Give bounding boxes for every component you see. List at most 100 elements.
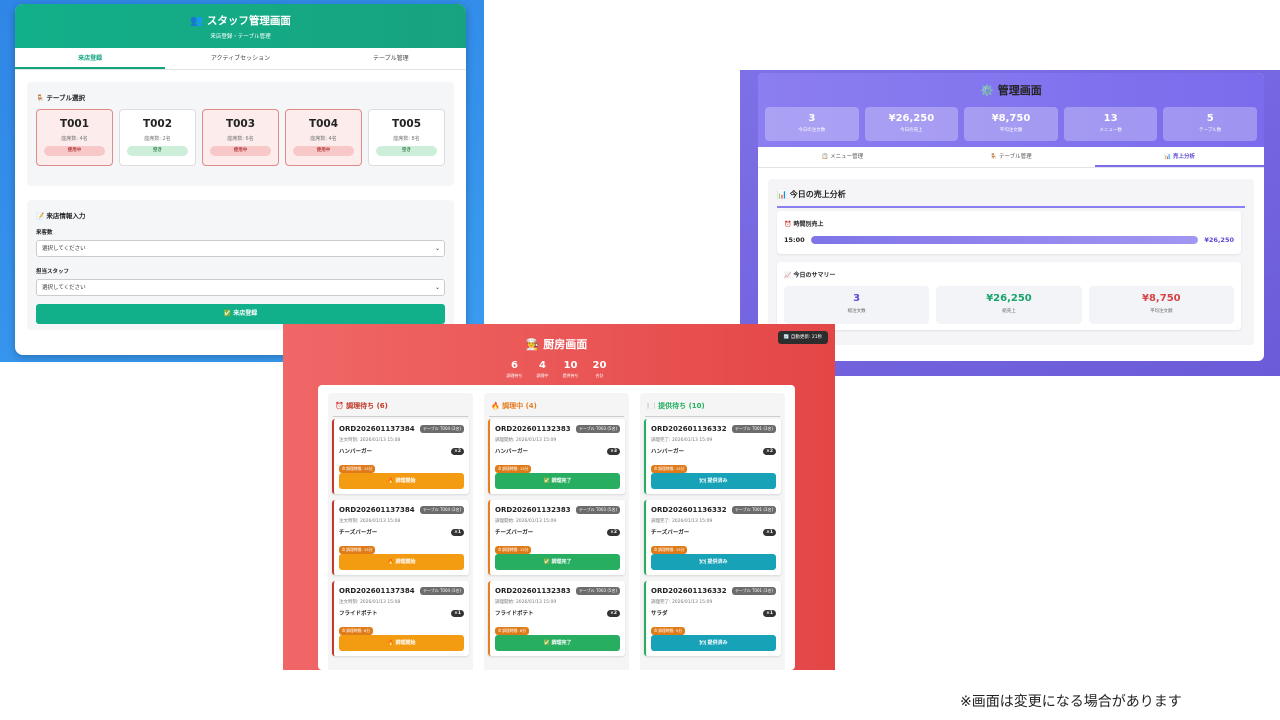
order-id: ORD202601132383: [495, 506, 571, 514]
stat-label: 今日の注文数: [798, 128, 826, 133]
tab-sales-analysis[interactable]: 📊 売上分析: [1095, 147, 1264, 167]
table-badge: テーブル T001 (3名): [731, 506, 776, 514]
table-id: T004: [308, 118, 339, 130]
stat-label: メニュー数: [1099, 128, 1122, 133]
order-time: 注文時刻: 2026/01/13 15:08: [339, 438, 401, 443]
stat-today-orders: 3 今日の注文数: [765, 107, 859, 141]
tab-menu-management[interactable]: 📋 メニュー管理: [758, 147, 927, 167]
tab-table-management[interactable]: テーブル管理: [316, 48, 466, 69]
kitchen-column-0: ⏰ 調理待ち (6) ORD202601137384 テーブル T004 (3名) 注…: [328, 393, 473, 670]
summary-card: 📈 今日のサマリー 3 総注文数 ¥26,250 総売上 ¥8,750 平均注文額: [777, 262, 1241, 330]
table-card-t005[interactable]: T005 座席数: 8名 空き: [368, 109, 445, 166]
chevron-down-icon: ⌄: [434, 245, 440, 252]
table-selection-title: 🪑 テーブル選択: [36, 94, 85, 102]
staff-select-value: 選択してください: [42, 285, 86, 291]
tab-visit-registration[interactable]: 来店登録: [15, 48, 166, 69]
cook-time-badge: ⏱ 調理時間: 5分: [651, 627, 686, 635]
order-qty-badge: ×1: [763, 528, 776, 536]
table-card-t004[interactable]: T004 座席数: 4名使用中: [285, 109, 362, 166]
summary-value: ¥8,750: [1142, 293, 1181, 304]
stat-value: ¥26,250: [888, 113, 935, 124]
order-item: ハンバーガー: [495, 449, 529, 455]
table-badge: テーブル T004 (3名): [419, 587, 464, 595]
summary-label: 総売上: [1002, 309, 1016, 314]
table-seats: 座席数: 4名: [310, 136, 337, 142]
hourly-label: 15:00: [784, 236, 805, 244]
kstat-label: 合計: [595, 373, 604, 378]
table-card-t001[interactable]: T001 座席数: 4名 使用中: [36, 109, 113, 166]
cook-time-badge: ⏱ 調理時間: 15分: [495, 465, 532, 473]
order-item: チーズバーガー: [339, 530, 378, 536]
order-item: ハンバーガー: [339, 449, 373, 455]
order-id: ORD202601136332: [651, 506, 727, 514]
order-id: ORD202601132383: [495, 587, 571, 595]
staff-header: 👥 スタッフ管理画面 来店登録・テーブル管理: [15, 4, 466, 48]
kitchen-column-title: 🍽️ 提供待ち (10): [647, 402, 705, 410]
admin-tabs: 📋 メニュー管理 🪑 テーブル管理 📊 売上分析: [758, 147, 1264, 168]
register-visit-button[interactable]: ✅ 来店登録: [36, 304, 445, 324]
stat-label: 今日の売上: [900, 128, 923, 133]
table-seats: 座席数: 8名: [393, 136, 420, 142]
summary-total-sales: ¥26,250 総売上: [936, 286, 1082, 324]
guests-select[interactable]: 選択してください ⌄: [36, 240, 445, 257]
order-card: ORD202601137384 テーブル T004 (3名) 注文時刻: 2026/…: [332, 419, 469, 494]
kstat-label: 調理中: [536, 373, 549, 378]
kitchen-board: ⏰ 調理待ち (6) ORD202601137384 テーブル T004 (3名) 注…: [318, 385, 795, 670]
sales-analysis-title: 📊 今日の売上分析: [777, 190, 846, 199]
order-card: ORD202601136332 テーブル T001 (3名) 調理完了: 2026/…: [644, 419, 781, 494]
order-action-button[interactable]: 🍽 提供済み: [651, 554, 776, 570]
stat-avg-order: ¥8,750 平均注文額: [964, 107, 1058, 141]
staff-subtitle: 来店登録・テーブル管理: [210, 34, 271, 40]
table-badge: テーブル T004 (3名): [419, 506, 464, 514]
cook-time-badge: ⏱ 調理時間: 15分: [651, 546, 688, 554]
kitchen-header: 👨‍🍳 厨房画面 6 調理待ち 4 調理中 10 提供待ち 20 合計: [318, 326, 795, 386]
order-action-button[interactable]: 🔥 調理開始: [339, 554, 464, 570]
order-id: ORD202601137384: [339, 587, 415, 595]
table-card-t002[interactable]: T002 座席数: 2名 空き: [119, 109, 196, 166]
order-time: 注文時刻: 2026/01/13 15:08: [339, 600, 401, 605]
order-action-button[interactable]: 🍽 提供済み: [651, 635, 776, 651]
table-seats: 座席数: 6名: [227, 136, 254, 142]
visit-form-title: 📝 来店情報入力: [36, 212, 86, 220]
table-id: T001: [59, 118, 90, 130]
table-status-badge: 使用中: [293, 146, 354, 156]
visit-form-section: 📝 来店情報入力 来客数 選択してください ⌄ 担当スタッフ 選択してください ⌄ …: [27, 200, 454, 330]
kstat-serve-waiting: 10 提供待ち: [563, 360, 579, 379]
admin-header: ⚙️ 管理画面 3 今日の注文数 ¥26,250 今日の売上 ¥8,750 平均注文額…: [758, 73, 1264, 147]
tab-table-management[interactable]: 🪑 テーブル管理: [927, 147, 1096, 167]
kstat-label: 提供待ち: [562, 373, 579, 378]
hourly-value: ¥26,250: [1204, 236, 1234, 244]
hourly-sales-card: ⏰ 時間別売上 15:00 ¥26,250: [777, 211, 1241, 254]
divider: [333, 416, 468, 417]
kitchen-stats: 6 調理待ち 4 調理中 10 提供待ち 20 合計: [318, 360, 795, 379]
staff-title: 👥 スタッフ管理画面: [190, 15, 291, 27]
order-qty-badge: ×2: [607, 609, 620, 617]
kstat-value: 10: [563, 360, 578, 371]
kitchen-column-2: 🍽️ 提供待ち (10) ORD202601136332 テーブル T001 (3名…: [640, 393, 785, 670]
kitchen-title: 👨‍🍳 厨房画面: [525, 338, 588, 351]
hourly-bar-fill: [810, 236, 1199, 244]
order-action-button[interactable]: ✅ 調理完了: [495, 635, 620, 651]
order-action-button[interactable]: 🔥 調理開始: [339, 635, 464, 651]
table-grid: T001 座席数: 4名 使用中 T002 座席数: 2名 空き T003 座席数: 6名 使用…: [36, 109, 454, 166]
sales-analysis-panel: 📊 今日の売上分析 ⏰ 時間別売上 15:00 ¥26,250 📈 今日のサマリ…: [768, 179, 1254, 345]
kstat-total: 20 合計: [593, 360, 607, 379]
summary-value: ¥26,250: [986, 293, 1032, 304]
stat-label: テーブル数: [1199, 128, 1222, 133]
order-action-button[interactable]: 🔥 調理開始: [339, 473, 464, 489]
kstat-value: 4: [539, 360, 547, 371]
admin-stats: 3 今日の注文数 ¥26,250 今日の売上 ¥8,750 平均注文額 13 メニュー数…: [758, 98, 1264, 141]
order-action-button[interactable]: 🍽 提供済み: [651, 473, 776, 489]
table-card-t003[interactable]: T003 座席数: 6名 使用中: [202, 109, 279, 166]
order-item: チーズバーガー: [495, 530, 534, 536]
staff-select[interactable]: 選択してください ⌄: [36, 279, 445, 296]
summary-label: 総注文数: [847, 309, 866, 314]
tab-active-sessions[interactable]: アクティブセッション: [165, 48, 315, 69]
order-action-button[interactable]: ✅ 調理完了: [495, 473, 620, 489]
footnote: ※画面は変更になる場合があります: [960, 694, 1182, 710]
order-card: ORD202601132383 テーブル T003 (5名) 調理開始: 2026/…: [488, 581, 625, 656]
order-qty-badge: ×1: [451, 609, 464, 617]
staff-tabs: 来店登録 アクティブセッション テーブル管理: [15, 48, 466, 70]
order-action-button[interactable]: ✅ 調理完了: [495, 554, 620, 570]
order-qty-badge: ×3: [607, 447, 620, 455]
